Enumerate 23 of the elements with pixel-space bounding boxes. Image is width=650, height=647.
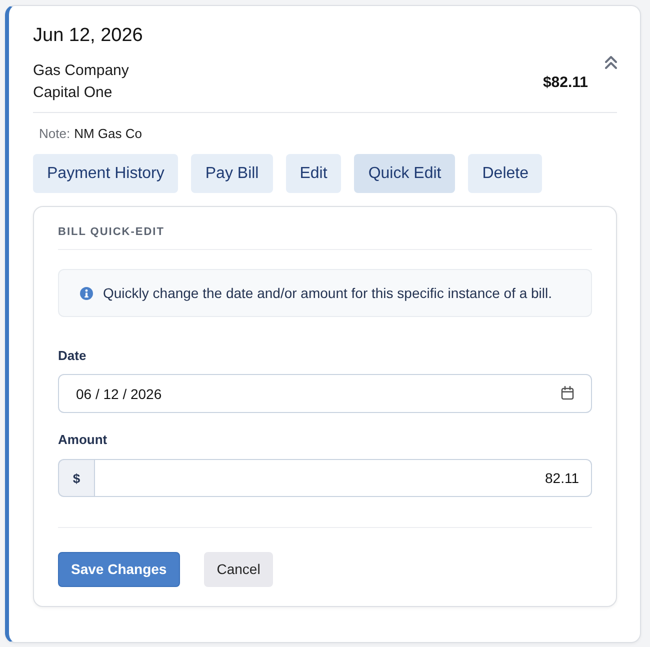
- collapse-chevron-icon[interactable]: [605, 56, 617, 69]
- action-button[interactable]: Quick Edit: [354, 154, 456, 193]
- save-button[interactable]: Save Changes: [58, 552, 180, 587]
- action-button[interactable]: Delete: [468, 154, 542, 193]
- action-button[interactable]: Payment History: [33, 154, 178, 193]
- action-button[interactable]: Edit: [286, 154, 342, 193]
- note-label: Note:: [39, 125, 70, 143]
- currency-prefix: $: [58, 459, 94, 497]
- bill-amount: $82.11: [542, 74, 588, 90]
- cancel-button[interactable]: Cancel: [204, 552, 274, 587]
- payee-name: Gas Company: [33, 61, 130, 81]
- field-label: Date: [58, 348, 88, 364]
- calendar-icon[interactable]: [561, 386, 574, 400]
- account-name: Capital One: [33, 83, 114, 103]
- info-text: Quickly change the date and/or amount for this specific instance of a bill.: [103, 284, 552, 302]
- date-field[interactable]: 06 / 12 / 2026: [58, 374, 592, 413]
- field-label: Amount: [58, 432, 108, 448]
- action-button[interactable]: Pay Bill: [191, 154, 273, 193]
- panel-title: BILL QUICK-EDIT: [58, 224, 592, 250]
- info-icon: [80, 286, 93, 300]
- bill-date: Jun 12, 2026: [33, 24, 144, 48]
- amount-field[interactable]: 82.11: [94, 459, 592, 497]
- note-text: NM Gas Co: [74, 125, 142, 143]
